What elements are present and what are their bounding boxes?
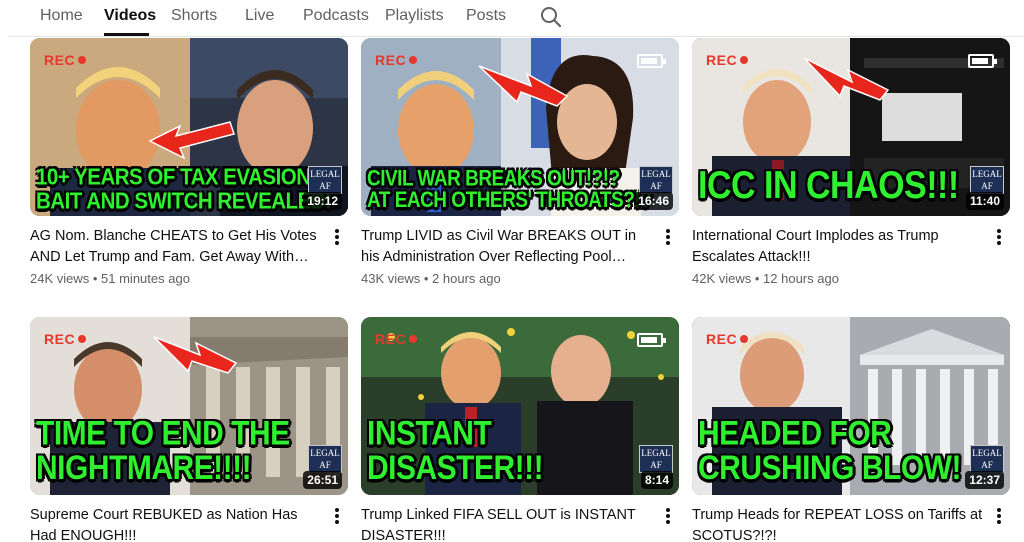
battery-icon bbox=[637, 54, 666, 68]
tab-posts[interactable]: Posts bbox=[466, 7, 506, 25]
view-count: 24K views bbox=[30, 271, 90, 286]
rec-indicator: REC bbox=[44, 52, 87, 68]
video-thumbnail[interactable]: REC HEADED FOR CRUSHING BLOW! LEGAL AF 12… bbox=[692, 317, 1010, 495]
overlay-line: NIGHTMARE!!!! bbox=[36, 449, 252, 488]
rec-indicator: REC bbox=[44, 331, 87, 347]
overlay-line: CIVIL WAR BREAKS OUT!?!? bbox=[367, 166, 620, 191]
video-meta: 43K views • 2 hours ago bbox=[361, 271, 501, 286]
battery-icon bbox=[637, 333, 666, 347]
overlay-line: 10+ YEARS OF TAX EVASION!? bbox=[36, 163, 329, 191]
more-actions-icon[interactable] bbox=[992, 508, 1006, 526]
thumbnail-overlay-text: INSTANT DISASTER!!! bbox=[367, 414, 544, 488]
channel-logo-badge: LEGAL AF bbox=[639, 166, 673, 194]
video-thumbnail[interactable]: REC INSTANT DISASTER!!! LEGAL AF 8:14 bbox=[361, 317, 679, 495]
view-count: 42K views bbox=[692, 271, 752, 286]
duration-badge: 11:40 bbox=[965, 192, 1004, 210]
channel-logo-badge: LEGAL AF bbox=[308, 166, 342, 194]
duration-badge: 8:14 bbox=[640, 471, 673, 489]
channel-logo-badge: LEGAL AF bbox=[639, 445, 673, 473]
more-actions-icon[interactable] bbox=[992, 229, 1006, 247]
thumbnail-overlay-text: ICC IN CHAOS!!! bbox=[698, 166, 959, 205]
thumbnail-overlay-text: HEADED FOR CRUSHING BLOW! bbox=[698, 414, 961, 488]
thumbnail-overlay-text: CIVIL WAR BREAKS OUT!?!? AT EACH OTHERS'… bbox=[367, 166, 652, 213]
video-title[interactable]: AG Nom. Blanche CHEATS to Get His Votes … bbox=[30, 226, 326, 268]
tab-videos[interactable]: Videos bbox=[104, 7, 156, 25]
overlay-line: DISASTER!!! bbox=[367, 449, 544, 488]
video-title[interactable]: Trump Heads for REPEAT LOSS on Tariffs a… bbox=[692, 505, 988, 542]
upload-age: 12 hours ago bbox=[763, 271, 839, 286]
video-thumbnail[interactable]: REC CIVIL WAR BREAKS OUT!?!? AT EACH OTH… bbox=[361, 38, 679, 216]
overlay-line: INSTANT bbox=[367, 414, 492, 453]
video-meta: 42K views • 12 hours ago bbox=[692, 271, 839, 286]
more-actions-icon[interactable] bbox=[661, 508, 675, 526]
more-actions-icon[interactable] bbox=[330, 229, 344, 247]
rec-indicator: REC bbox=[706, 331, 749, 347]
tab-live[interactable]: Live bbox=[245, 7, 274, 25]
search-icon[interactable] bbox=[539, 5, 563, 29]
duration-badge: 12:37 bbox=[965, 471, 1004, 489]
video-thumbnail[interactable]: REC 10+ YEARS OF TAX EVASION!? BAIT AND … bbox=[30, 38, 348, 216]
video-thumbnail[interactable]: REC ICC IN CHAOS!!! LEGAL AF 11:40 bbox=[692, 38, 1010, 216]
duration-badge: 26:51 bbox=[303, 471, 342, 489]
battery-icon bbox=[968, 54, 997, 68]
video-title[interactable]: International Court Implodes as Trump Es… bbox=[692, 226, 988, 268]
view-count: 43K views bbox=[361, 271, 421, 286]
more-actions-icon[interactable] bbox=[661, 229, 675, 247]
overlay-line: BAIT AND SWITCH REVEALED! bbox=[36, 187, 332, 214]
video-meta: 24K views • 51 minutes ago bbox=[30, 271, 190, 286]
duration-badge: 19:12 bbox=[303, 192, 342, 210]
channel-logo-badge: LEGAL AF bbox=[970, 166, 1004, 194]
thumbnail-overlay-text: 10+ YEARS OF TAX EVASION!? BAIT AND SWIT… bbox=[36, 163, 332, 214]
rec-indicator: REC bbox=[375, 52, 418, 68]
tabs-divider bbox=[8, 36, 1024, 37]
tab-home[interactable]: Home bbox=[40, 7, 83, 25]
upload-age: 2 hours ago bbox=[432, 271, 501, 286]
video-title[interactable]: Trump LIVID as Civil War BREAKS OUT in h… bbox=[361, 226, 657, 268]
tab-podcasts[interactable]: Podcasts bbox=[303, 7, 369, 25]
video-title[interactable]: Trump Linked FIFA SELL OUT is INSTANT DI… bbox=[361, 505, 657, 542]
overlay-line: CRUSHING BLOW! bbox=[698, 449, 961, 488]
more-actions-icon[interactable] bbox=[330, 508, 344, 526]
overlay-line: AT EACH OTHERS' THROATS?!? bbox=[367, 188, 652, 213]
channel-tabs: Home Videos Shorts Live Podcasts Playlis… bbox=[0, 0, 1024, 37]
duration-badge: 16:46 bbox=[634, 192, 673, 210]
tab-playlists[interactable]: Playlists bbox=[385, 7, 444, 25]
upload-age: 51 minutes ago bbox=[101, 271, 190, 286]
rec-indicator: REC bbox=[706, 52, 749, 68]
rec-indicator: REC bbox=[375, 331, 418, 347]
overlay-line: ICC IN CHAOS!!! bbox=[698, 163, 959, 208]
channel-logo-badge: LEGAL AF bbox=[308, 445, 342, 473]
channel-logo-badge: LEGAL AF bbox=[970, 445, 1004, 473]
thumbnail-overlay-text: TIME TO END THE NIGHTMARE!!!! bbox=[36, 414, 290, 488]
tab-shorts[interactable]: Shorts bbox=[171, 7, 217, 25]
video-title[interactable]: Supreme Court REBUKED as Nation Has Had … bbox=[30, 505, 326, 542]
video-thumbnail[interactable]: REC TIME TO END THE NIGHTMARE!!!! LEGAL A… bbox=[30, 317, 348, 495]
overlay-line: TIME TO END THE bbox=[36, 414, 290, 453]
overlay-line: HEADED FOR bbox=[698, 414, 892, 453]
